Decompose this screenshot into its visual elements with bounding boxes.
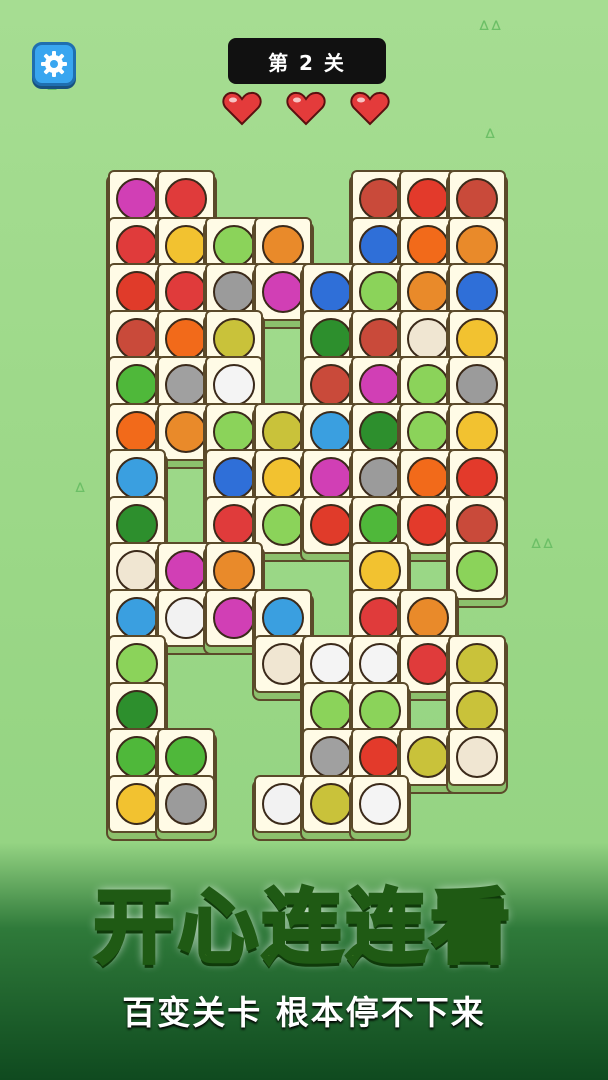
drumstick-icon [407,271,449,313]
fire-icon [407,224,449,267]
mitten-icon [310,271,352,313]
pepper-icon [455,457,498,499]
game-title: 开心连连看 [92,879,514,976]
bucket-icon [164,178,207,220]
mitten-icon [455,271,498,313]
promo-banner: 开心连连看 百变关卡 根本停不下来 [0,879,608,1034]
tile[interactable] [350,774,409,833]
cabbage-icon [358,271,401,313]
bucket-icon [358,596,401,639]
cabbage-icon [213,224,255,267]
coconut-icon [310,643,352,685]
tile[interactable] [447,728,506,786]
cabbage-icon [261,503,304,546]
bucket-icon [407,643,449,685]
peapod-icon [164,736,207,778]
mitten-icon [358,224,401,267]
steak-icon [358,178,401,220]
wheat-icon [164,224,207,267]
yarn-icon [213,596,255,639]
yarn-icon [358,364,401,406]
cabbage-icon [213,410,255,453]
lotus-icon [455,643,498,685]
fork-icon [455,364,498,406]
cabbage-icon [455,550,498,592]
peapod-icon [116,364,158,406]
mushroom-icon [261,643,304,685]
mushroom-icon [455,736,498,778]
lotus-icon [455,689,498,732]
broccoli-icon [310,317,352,360]
steak-icon [116,317,158,360]
fork-icon [164,782,207,825]
coconut-icon [213,364,255,406]
coconut-icon [358,643,401,685]
yarn-icon [116,178,158,220]
steak-icon [310,364,352,406]
broccoli-icon [116,503,158,546]
broccoli-icon [358,410,401,453]
wheat-icon [358,550,401,592]
lotus-icon [407,736,449,778]
fire-icon [116,410,158,453]
steak-icon [455,503,498,546]
yarn-icon [261,271,304,313]
yarn-icon [310,457,352,499]
bucket-icon [164,271,207,313]
cart-icon [116,596,158,639]
fire-icon [164,317,207,360]
drumstick-icon [455,224,498,267]
drumstick-icon [213,550,255,592]
mushroom-icon [407,317,449,360]
pepper-icon [358,736,401,778]
scissors-icon [116,224,158,267]
tile[interactable] [156,774,215,833]
lotus-icon [310,782,352,825]
cart-icon [310,410,352,453]
mitten-icon [213,457,255,499]
bottle-icon [261,782,304,825]
cabbage-icon [116,643,158,685]
peapod-icon [358,503,401,546]
lotus-icon [213,317,255,360]
wheat-icon [455,317,498,360]
lotus-icon [261,410,304,453]
steak-icon [455,178,498,220]
drumstick-icon [164,410,207,453]
cart-icon [261,596,304,639]
pepper-icon [407,178,449,220]
cabbage-icon [358,689,401,732]
fire-icon [407,457,449,499]
cabbage-icon [407,364,449,406]
scissors-icon [213,503,255,546]
coconut-icon [358,782,401,825]
fork-icon [213,271,255,313]
broccoli-icon [116,689,158,732]
drumstick-icon [261,224,304,267]
tomato-icon [116,271,158,313]
cabbage-icon [310,689,352,732]
steak-icon [358,317,401,360]
game-board [0,0,608,860]
wheat-icon [455,410,498,453]
pepper-icon [407,503,449,546]
drumstick-icon [407,596,449,639]
game-subtitle: 百变关卡 根本停不下来 [122,993,486,1032]
wheat-icon [261,457,304,499]
cabbage-icon [407,410,449,453]
fork-icon [358,457,401,499]
peapod-icon [116,736,158,778]
mushroom-icon [116,550,158,592]
cutlery-icon [310,736,352,778]
tomato-icon [310,503,352,546]
cart-icon [116,457,158,499]
cutlery-icon [164,364,207,406]
bottle-icon [164,596,207,639]
wheat-icon [116,782,158,825]
yarn-icon [164,550,207,592]
